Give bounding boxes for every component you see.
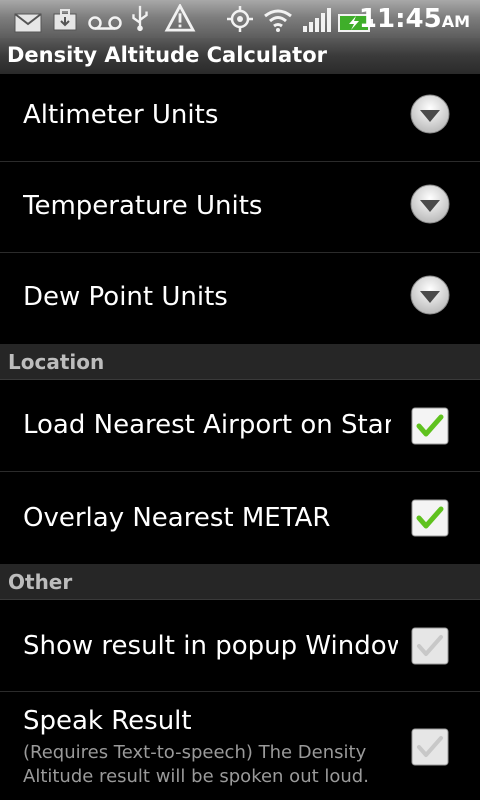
speak-result-preference[interactable]: Speak Result (Requires Text-to-speech) T…: [0, 692, 480, 800]
voicemail-icon: [88, 16, 122, 30]
clock-ampm: AM: [441, 12, 470, 31]
dew-point-units-preference[interactable]: Dew Point Units: [0, 253, 480, 344]
overlay-nearest-metar-label: Overlay Nearest METAR: [23, 503, 331, 533]
load-nearest-airport-label: Load Nearest Airport on Startup: [23, 410, 391, 440]
speak-result-summary-line2: Altitude result will be spoken out loud.: [23, 766, 369, 787]
temperature-units-preference[interactable]: Temperature Units: [0, 162, 480, 253]
dew-point-units-label: Dew Point Units: [23, 282, 228, 312]
speak-result-label: Speak Result: [23, 706, 192, 736]
section-header-location: Location: [0, 344, 480, 380]
overlay-nearest-metar-checkbox[interactable]: [411, 499, 449, 537]
chevron-down-icon[interactable]: [410, 94, 450, 134]
clock-time: 11:45: [358, 4, 442, 34]
status-bar: 11:45AM: [0, 0, 480, 38]
altimeter-units-label: Altimeter Units: [23, 100, 219, 130]
title-bar: Density Altitude Calculator: [0, 38, 480, 75]
load-nearest-airport-preference[interactable]: Load Nearest Airport on Startup: [0, 380, 480, 472]
signal-icon: [303, 8, 331, 32]
warning-icon: [164, 4, 196, 32]
wifi-icon: [264, 9, 292, 32]
gps-icon: [227, 6, 253, 32]
popup-window-preference[interactable]: Show result in popup Window: [0, 600, 480, 692]
section-title-other: Other: [8, 570, 73, 594]
load-nearest-airport-checkbox[interactable]: [411, 407, 449, 445]
usb-icon: [132, 5, 148, 32]
section-header-other: Other: [0, 564, 480, 600]
chevron-down-icon[interactable]: [410, 184, 450, 224]
page-title: Density Altitude Calculator: [7, 43, 327, 67]
popup-window-checkbox[interactable]: [411, 627, 449, 665]
section-title-location: Location: [8, 350, 105, 374]
speak-result-summary: (Requires Text-to-speech) The Density Al…: [23, 741, 393, 789]
speak-result-summary-line1: (Requires Text-to-speech) The Density: [23, 742, 367, 763]
temperature-units-label: Temperature Units: [23, 191, 263, 221]
briefcase-download-icon: [53, 9, 77, 31]
popup-window-label: Show result in popup Window: [23, 631, 398, 661]
clock: 11:45AM: [359, 4, 470, 37]
mail-icon: [14, 13, 42, 33]
chevron-down-icon[interactable]: [410, 275, 450, 315]
altimeter-units-preference[interactable]: Altimeter Units: [0, 74, 480, 162]
overlay-nearest-metar-preference[interactable]: Overlay Nearest METAR: [0, 472, 480, 564]
speak-result-checkbox[interactable]: [411, 728, 449, 766]
